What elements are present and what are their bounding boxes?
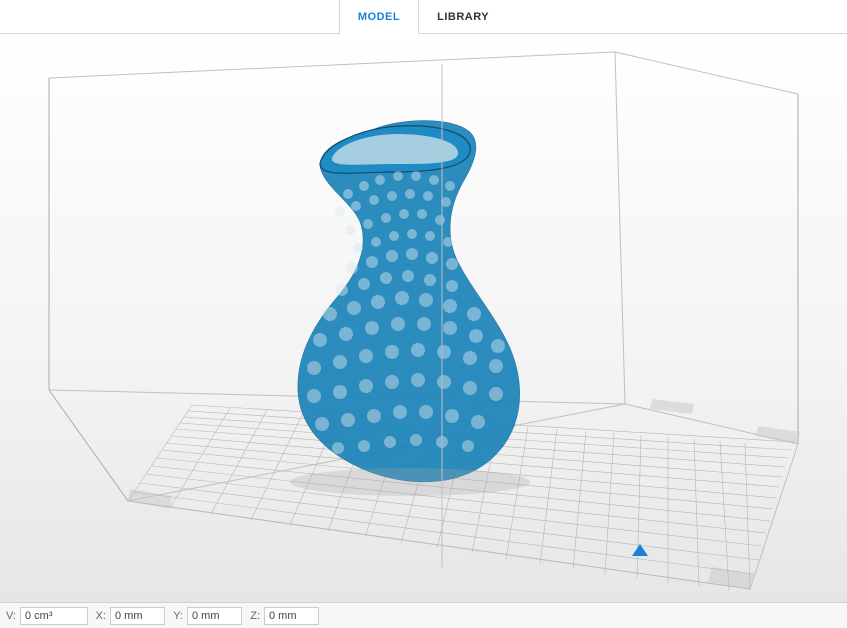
x-label: X:: [94, 610, 106, 622]
viewport-canvas: [0, 34, 847, 602]
tab-model[interactable]: MODEL: [339, 0, 419, 33]
model-object-vase[interactable]: [290, 121, 530, 497]
x-input[interactable]: [110, 607, 165, 625]
y-input[interactable]: [187, 607, 242, 625]
y-field: Y:: [171, 607, 242, 625]
tab-library[interactable]: LIBRARY: [419, 0, 508, 33]
volume-field: V:: [4, 607, 88, 625]
z-label: Z:: [248, 610, 260, 622]
tab-bar: MODEL LIBRARY: [0, 0, 847, 34]
x-field: X:: [94, 607, 165, 625]
3d-viewport[interactable]: [0, 34, 847, 602]
tab-library-label: LIBRARY: [437, 11, 489, 23]
y-label: Y:: [171, 610, 183, 622]
z-field: Z:: [248, 607, 319, 625]
volume-input[interactable]: [20, 607, 88, 625]
volume-label: V:: [4, 610, 16, 622]
status-bar: V: X: Y: Z:: [0, 602, 847, 628]
z-input[interactable]: [264, 607, 319, 625]
tab-model-label: MODEL: [358, 11, 400, 23]
